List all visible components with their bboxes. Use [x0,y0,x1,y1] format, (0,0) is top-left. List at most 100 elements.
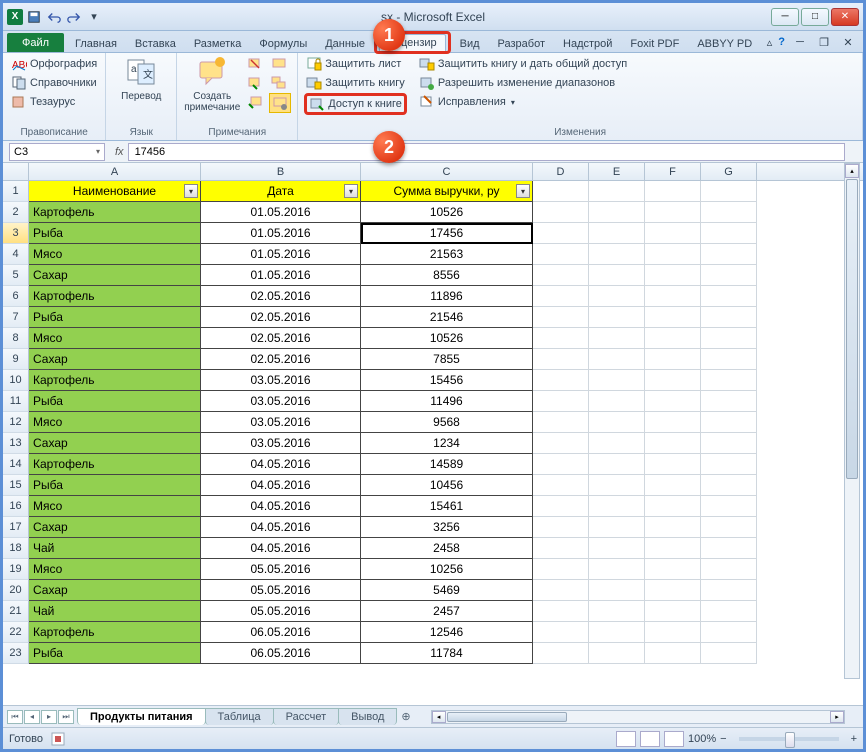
cell-name[interactable]: Сахар [29,433,201,454]
cell-date[interactable]: 01.05.2016 [201,223,361,244]
cell-date[interactable]: 01.05.2016 [201,202,361,223]
row-header[interactable]: 6 [3,286,29,307]
tab-addins[interactable]: Надстрой [554,35,621,52]
tab-abbyy[interactable]: ABBYY PD [688,35,761,52]
row-header[interactable]: 14 [3,454,29,475]
cell[interactable] [645,517,701,538]
cell[interactable] [533,475,589,496]
cell-sum[interactable]: 3256 [361,517,533,538]
cell[interactable] [589,601,645,622]
zoom-out-button[interactable]: − [720,733,726,745]
formula-input[interactable]: 17456 [128,143,845,161]
cell-sum[interactable]: 10526 [361,202,533,223]
cell-sum[interactable]: 11496 [361,391,533,412]
cell-sum[interactable]: 10526 [361,328,533,349]
row-header[interactable]: 8 [3,328,29,349]
zoom-slider[interactable] [739,737,839,741]
save-icon[interactable] [25,8,43,26]
cell[interactable] [589,202,645,223]
cell[interactable] [533,412,589,433]
cell-date[interactable]: 01.05.2016 [201,244,361,265]
cell[interactable] [645,370,701,391]
cell[interactable] [701,328,757,349]
track-changes-button[interactable]: Исправления▾ [417,93,629,111]
cell[interactable] [533,643,589,664]
cell[interactable] [645,181,701,202]
row-header[interactable]: 15 [3,475,29,496]
cell-sum[interactable]: 9568 [361,412,533,433]
sheet-tab-1[interactable]: Таблица [205,708,274,725]
tab-layout[interactable]: Разметка [185,35,251,52]
cell-name[interactable]: Картофель [29,286,201,307]
cell-date[interactable]: 02.05.2016 [201,328,361,349]
research-button[interactable]: Справочники [9,74,99,92]
cell[interactable] [589,643,645,664]
table-header-date[interactable]: Дата [201,181,361,202]
new-comment-button[interactable]: Создать примечание [183,55,241,115]
cell[interactable] [701,580,757,601]
tab-formulas[interactable]: Формулы [250,35,316,52]
sheet-tab-active[interactable]: Продукты питания [77,708,206,725]
cell[interactable] [589,412,645,433]
cell[interactable] [589,517,645,538]
new-sheet-icon[interactable]: ⊕ [401,710,410,723]
maximize-button[interactable]: □ [801,8,829,26]
allow-ranges-button[interactable]: Разрешить изменение диапазонов [417,74,629,92]
cell[interactable] [533,559,589,580]
cell[interactable] [589,622,645,643]
cell-sum[interactable]: 11784 [361,643,533,664]
cell[interactable] [533,349,589,370]
cell-sum[interactable]: 14589 [361,454,533,475]
cell-name[interactable]: Сахар [29,517,201,538]
sheet-nav-first[interactable]: ⏮ [7,710,23,724]
col-header-g[interactable]: G [701,163,757,180]
cell[interactable] [589,559,645,580]
help-icon[interactable]: ? [778,36,785,48]
cell-date[interactable]: 05.05.2016 [201,559,361,580]
name-box[interactable]: C3▾ [9,143,105,161]
protect-sheet-button[interactable]: Защитить лист [304,55,407,73]
cell-date[interactable]: 04.05.2016 [201,475,361,496]
cell[interactable] [701,349,757,370]
cell[interactable] [645,580,701,601]
select-all-corner[interactable] [3,163,29,180]
sheet-tab-2[interactable]: Рассчет [273,708,340,725]
cell-date[interactable]: 06.05.2016 [201,622,361,643]
cell[interactable] [701,412,757,433]
cell-sum[interactable]: 15461 [361,496,533,517]
cell[interactable] [645,328,701,349]
cell-sum[interactable]: 11896 [361,286,533,307]
cell-name[interactable]: Чай [29,538,201,559]
sheet-nav-next[interactable]: ▸ [41,710,57,724]
filter-icon[interactable] [184,184,198,198]
delete-comment-button[interactable] [245,55,265,73]
cell[interactable] [701,307,757,328]
col-header-b[interactable]: B [201,163,361,180]
sheet-tab-3[interactable]: Вывод [338,708,397,725]
cell[interactable] [589,580,645,601]
cell[interactable] [589,538,645,559]
filter-icon[interactable] [516,184,530,198]
cell[interactable] [701,286,757,307]
cell[interactable] [589,181,645,202]
cell-date[interactable]: 03.05.2016 [201,391,361,412]
cell[interactable] [533,538,589,559]
row-header[interactable]: 10 [3,370,29,391]
cell-sum[interactable]: 8556 [361,265,533,286]
cell[interactable] [589,349,645,370]
tab-insert[interactable]: Вставка [126,35,185,52]
ribbon-minimize-icon[interactable]: ▵ [767,36,773,49]
cell-sum[interactable]: 5469 [361,580,533,601]
cell[interactable] [533,601,589,622]
translate-button[interactable]: a文 Перевод [112,55,170,104]
cell[interactable] [645,286,701,307]
cell[interactable] [533,307,589,328]
row-header[interactable]: 17 [3,517,29,538]
tab-home[interactable]: Главная [66,35,126,52]
cell-sum[interactable]: 21546 [361,307,533,328]
cell[interactable] [701,244,757,265]
cell[interactable] [589,286,645,307]
show-ink-button[interactable] [269,93,291,113]
cell[interactable] [701,517,757,538]
cell[interactable] [701,265,757,286]
